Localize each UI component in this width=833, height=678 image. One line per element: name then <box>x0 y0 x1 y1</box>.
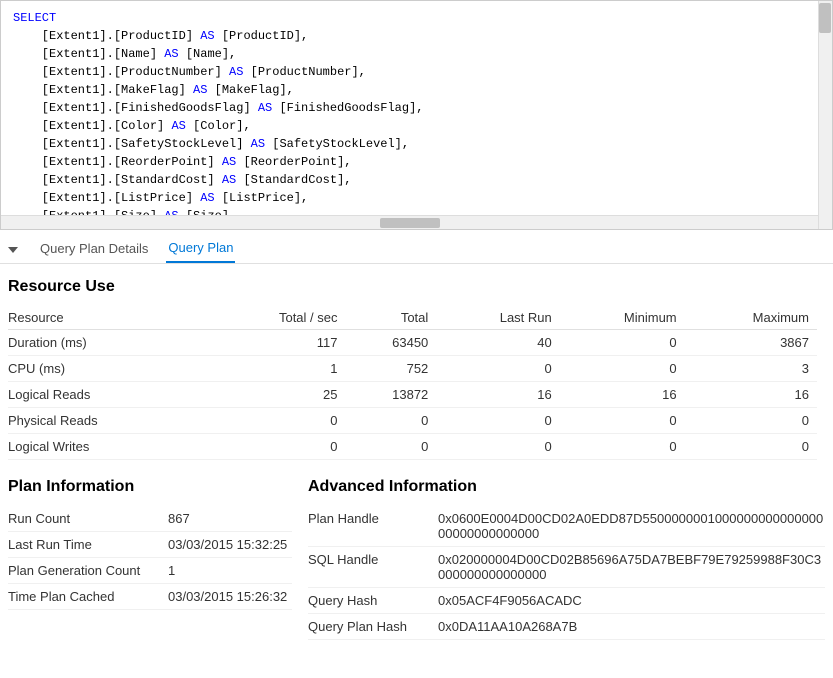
tab-query-plan[interactable]: Query Plan <box>166 236 235 263</box>
plan-info-row: Run Count867 <box>8 506 292 532</box>
resource-section: Resource Use ResourceTotal / secTotalLas… <box>0 264 833 464</box>
advanced-info-panel: Advanced Information Plan Handle0x0600E0… <box>308 478 825 640</box>
table-row: Duration (ms)117634504003867 <box>8 330 817 356</box>
table-row: Logical Writes00000 <box>8 434 817 460</box>
table-row: CPU (ms)1752003 <box>8 356 817 382</box>
plan-info-row: Time Plan Cached03/03/2015 15:26:32 <box>8 584 292 610</box>
advanced-info-title: Advanced Information <box>308 478 825 496</box>
tabs-row: Query Plan Details Query Plan <box>0 230 833 264</box>
advanced-info-row: Query Hash0x05ACF4F9056ACADC <box>308 588 825 614</box>
chevron-down-icon[interactable] <box>8 247 18 253</box>
plan-info-row: Last Run Time03/03/2015 15:32:25 <box>8 532 292 558</box>
scrollbar-right[interactable] <box>818 1 832 229</box>
tab-query-plan-details[interactable]: Query Plan Details <box>38 237 150 262</box>
table-row: Logical Reads2513872161616 <box>8 382 817 408</box>
scrollbar-hthumb[interactable] <box>380 218 440 228</box>
scrollbar-thumb[interactable] <box>819 3 831 33</box>
advanced-info-rows: Plan Handle0x0600E0004D00CD02A0EDD87D550… <box>308 506 825 640</box>
advanced-info-row: Query Plan Hash0x0DA11AA10A268A7B <box>308 614 825 640</box>
table-row: Physical Reads00000 <box>8 408 817 434</box>
plan-info-title: Plan Information <box>8 478 292 496</box>
plan-info-row: Plan Generation Count1 <box>8 558 292 584</box>
advanced-info-row: SQL Handle0x020000004D00CD02B85696A75DA7… <box>308 547 825 588</box>
resource-table: ResourceTotal / secTotalLast RunMinimumM… <box>8 306 817 460</box>
scrollbar-bottom[interactable] <box>1 215 818 229</box>
info-section: Plan Information Run Count867Last Run Ti… <box>0 464 833 644</box>
resource-title: Resource Use <box>8 278 817 296</box>
sql-editor[interactable]: SELECT [Extent1].[ProductID] AS [Product… <box>0 0 833 230</box>
plan-info-panel: Plan Information Run Count867Last Run Ti… <box>8 478 308 640</box>
plan-info-rows: Run Count867Last Run Time03/03/2015 15:3… <box>8 506 292 610</box>
sql-content: SELECT [Extent1].[ProductID] AS [Product… <box>1 1 832 229</box>
advanced-info-row: Plan Handle0x0600E0004D00CD02A0EDD87D550… <box>308 506 825 547</box>
